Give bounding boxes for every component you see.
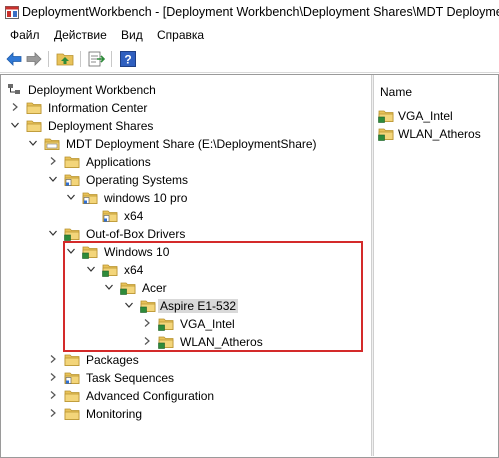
chevron-right-icon[interactable]: [48, 372, 58, 382]
tree-label: Information Center: [48, 101, 148, 115]
title-bar: DeploymentWorkbench - [Deployment Workbe…: [0, 0, 499, 27]
tree-label: Monitoring: [86, 407, 143, 421]
chevron-right-icon[interactable]: [48, 354, 58, 364]
menu-help[interactable]: Справка: [155, 28, 206, 42]
tree-label: x64: [124, 209, 144, 223]
folder-green-icon: [378, 108, 394, 123]
folder-doc-icon: [64, 172, 80, 187]
chevron-down-icon[interactable]: [10, 120, 20, 130]
tree-label: Task Sequences: [86, 371, 175, 385]
folder-green-icon: [64, 226, 80, 241]
tree-label: Advanced Configuration: [86, 389, 215, 403]
app-icon: [5, 6, 19, 19]
folder-icon: [64, 406, 80, 421]
tree-label: Deployment Workbench: [28, 83, 156, 97]
folder-icon: [64, 154, 80, 169]
toolbar-separator: [111, 51, 112, 67]
highlight-box: [63, 241, 363, 352]
tree-label: windows 10 pro: [104, 191, 188, 205]
chevron-right-icon[interactable]: [48, 408, 58, 418]
toolbar-separator: [80, 51, 81, 67]
chevron-down-icon[interactable]: [48, 228, 58, 238]
menu-action[interactable]: Действие: [52, 28, 109, 42]
tree-label: Deployment Shares: [48, 119, 154, 133]
folder-green-icon: [378, 126, 394, 141]
toolbar-separator: [48, 51, 49, 67]
chevron-right-icon[interactable]: [48, 390, 58, 400]
menu-file[interactable]: Файл: [8, 28, 42, 42]
toolbar: ?: [0, 46, 499, 73]
chevron-right-icon[interactable]: [10, 102, 20, 112]
workbench-icon: [8, 84, 20, 94]
folder-icon: [64, 388, 80, 403]
folder-icon: [26, 100, 42, 115]
list-item-label: WLAN_Atheros: [398, 127, 481, 141]
folder-icon: [64, 352, 80, 367]
svg-text:?: ?: [124, 53, 131, 67]
export-list-icon[interactable]: [87, 50, 105, 68]
chevron-down-icon[interactable]: [66, 192, 76, 202]
back-arrow-icon[interactable]: [5, 50, 23, 68]
folder-doc-icon: [82, 190, 98, 205]
chevron-down-icon[interactable]: [28, 138, 38, 148]
tree-label: Out-of-Box Drivers: [86, 227, 186, 241]
results-list[interactable]: Name VGA_Intel WLAN_Atheros: [374, 75, 498, 456]
tree-label: Applications: [86, 155, 151, 169]
menu-bar: Файл Действие Вид Справка: [0, 26, 499, 46]
chevron-right-icon[interactable]: [48, 156, 58, 166]
folder-doc-icon: [102, 208, 118, 223]
column-header-name[interactable]: Name: [380, 85, 412, 99]
window-title: DeploymentWorkbench - [Deployment Workbe…: [22, 5, 499, 19]
chevron-down-icon[interactable]: [48, 174, 58, 184]
folder-icon: [26, 118, 42, 133]
folder-doc-icon: [64, 370, 80, 385]
list-item-label: VGA_Intel: [398, 109, 453, 123]
tree-label: Packages: [86, 353, 139, 367]
up-folder-icon[interactable]: [56, 50, 74, 68]
forward-arrow-icon[interactable]: [25, 50, 43, 68]
tree-label: MDT Deployment Share (E:\DeploymentShare…: [66, 137, 317, 151]
help-icon[interactable]: ?: [119, 50, 137, 68]
deployment-share-icon: [44, 136, 60, 151]
menu-view[interactable]: Вид: [119, 28, 145, 42]
tree-label: Operating Systems: [86, 173, 189, 187]
